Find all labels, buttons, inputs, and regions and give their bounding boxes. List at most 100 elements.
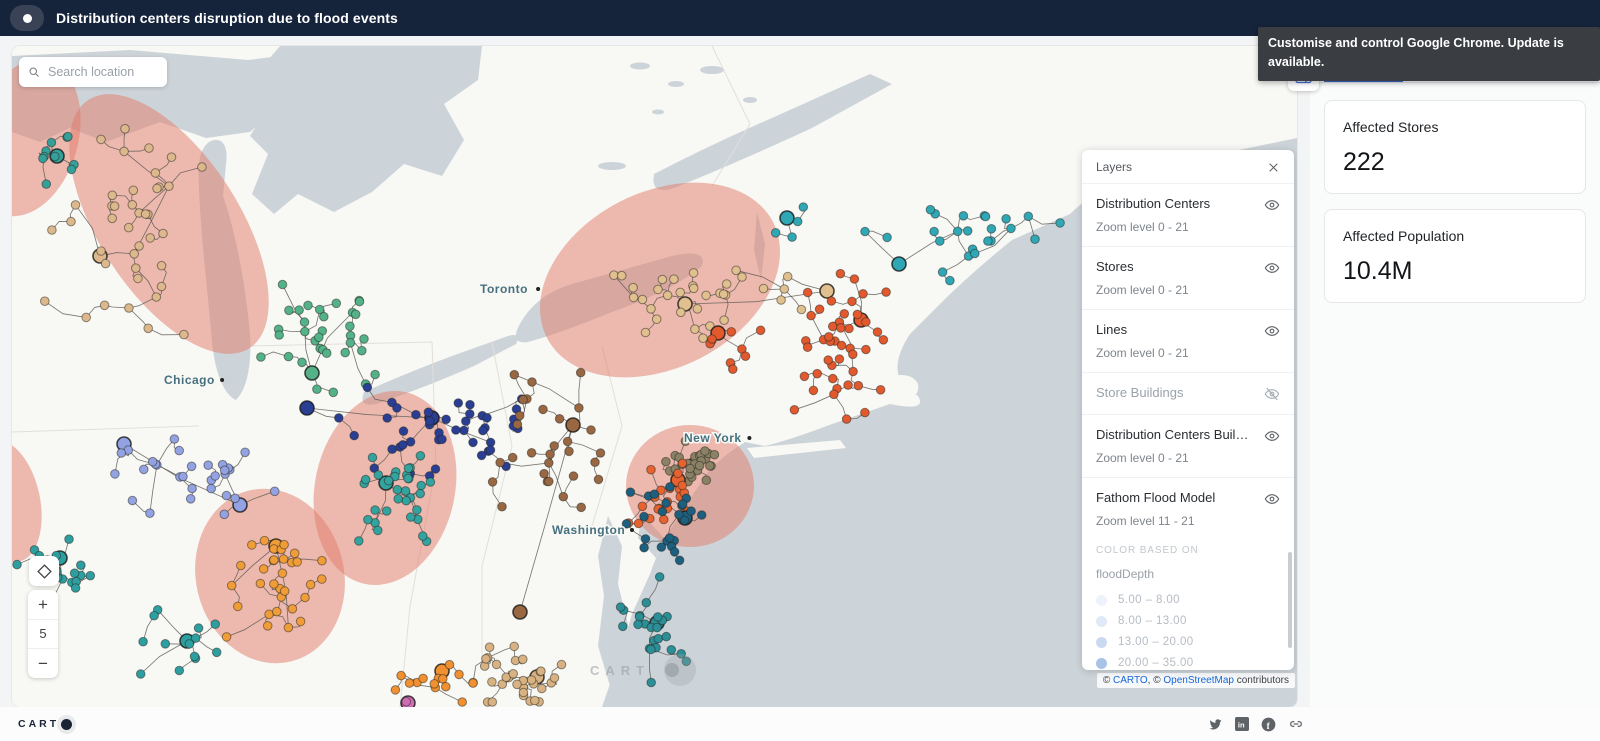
store-point: [270, 487, 279, 496]
store-point: [800, 372, 809, 381]
store-point: [231, 494, 240, 503]
store-point: [124, 223, 133, 232]
layer-visibility-toggle[interactable]: [1264, 197, 1280, 213]
layers-panel-close-button[interactable]: [1267, 161, 1280, 174]
carto-attribution-link[interactable]: CARTO: [1113, 675, 1148, 686]
store-point: [626, 488, 635, 497]
legend-swatch: [1096, 658, 1107, 669]
attribution-text: contributors: [1234, 675, 1289, 686]
search-input[interactable]: [46, 64, 158, 80]
store-point: [647, 645, 656, 654]
store-point: [492, 660, 501, 669]
store-point: [842, 415, 851, 424]
store-point: [1007, 224, 1016, 233]
search-icon: [28, 65, 40, 79]
store-point: [148, 457, 157, 466]
widget-title: Affected Stores: [1343, 119, 1567, 135]
store-point: [655, 573, 664, 582]
facebook-icon: f: [1261, 717, 1276, 732]
legend-label: 13.00 – 20.00: [1118, 636, 1194, 648]
store-point: [710, 450, 719, 459]
store-point: [144, 324, 153, 333]
store-point: [861, 408, 870, 417]
store-point: [540, 469, 549, 478]
facebook-link[interactable]: f: [1261, 717, 1276, 732]
store-point: [190, 652, 199, 661]
store-point: [175, 666, 184, 675]
layer-visibility-toggle[interactable]: [1264, 386, 1280, 402]
legend-row: 20.00 – 35.00: [1096, 657, 1280, 669]
osm-attribution-link[interactable]: OpenStreetMap: [1163, 675, 1234, 686]
store-point: [845, 324, 854, 333]
store-point: [97, 247, 106, 256]
legend-swatch: [1096, 637, 1107, 648]
geolocate-button[interactable]: [29, 556, 59, 586]
store-point: [361, 475, 370, 484]
layer-visibility-toggle[interactable]: [1264, 491, 1280, 507]
store-point: [641, 328, 650, 337]
store-point: [930, 227, 939, 236]
store-point: [981, 212, 990, 221]
store-point: [803, 288, 812, 297]
store-point: [647, 465, 656, 474]
layers-scrollbar[interactable]: [1288, 552, 1292, 648]
store-point: [383, 414, 392, 423]
zoom-out-button[interactable]: −: [28, 649, 58, 678]
linkedin-link[interactable]: in: [1235, 717, 1249, 731]
store-point: [129, 186, 138, 195]
store-point: [13, 560, 22, 569]
legend-label: 5.00 – 8.00: [1118, 594, 1180, 606]
store-point: [498, 502, 507, 511]
store-point: [650, 490, 659, 499]
store-point: [204, 461, 213, 470]
store-point: [577, 503, 586, 512]
store-point: [657, 543, 666, 552]
store-point: [513, 680, 522, 689]
layer-name: Fathom Flood Model: [1096, 490, 1215, 505]
store-point: [485, 643, 494, 652]
store-point: [167, 153, 176, 162]
store-point: [150, 611, 159, 620]
app-avatar-icon[interactable]: [10, 5, 44, 31]
search-location-box[interactable]: [19, 57, 167, 87]
store-point: [702, 291, 711, 300]
store-point: [510, 370, 519, 379]
store-point: [538, 684, 547, 693]
eye-icon: [1264, 323, 1280, 339]
city-marker-dot: [536, 287, 540, 291]
store-point: [180, 330, 189, 339]
store-point: [146, 234, 155, 243]
store-point: [132, 264, 141, 273]
store-point: [528, 378, 537, 387]
store-point: [938, 268, 947, 277]
page-title: Distribution centers disruption due to f…: [56, 10, 398, 26]
city-marker-dot: [747, 436, 751, 440]
store-point: [783, 272, 792, 281]
store-point: [121, 125, 130, 134]
store-point: [509, 670, 518, 679]
link-link[interactable]: [1288, 716, 1304, 732]
store-point: [482, 655, 491, 664]
store-point: [39, 154, 48, 163]
carto-logo[interactable]: CART: [18, 715, 76, 734]
store-point: [399, 441, 408, 450]
store-point: [329, 388, 338, 397]
store-point: [397, 671, 406, 680]
twitter-link[interactable]: [1208, 717, 1223, 732]
zoom-in-button[interactable]: +: [28, 590, 58, 619]
legend-label: 8.00 – 13.00: [1118, 615, 1187, 627]
store-point: [697, 511, 706, 520]
layer-visibility-toggle[interactable]: [1264, 260, 1280, 276]
store-point: [41, 297, 50, 306]
map-canvas[interactable]: TorontoChicagoNew YorkWashington CART + …: [12, 46, 1297, 707]
store-point: [780, 285, 789, 294]
widget-card: Affected Population10.4M: [1324, 209, 1586, 303]
layer-visibility-toggle[interactable]: [1264, 323, 1280, 339]
store-point: [790, 406, 799, 415]
store-point: [151, 169, 160, 178]
store-point: [850, 275, 859, 284]
store-point: [557, 660, 566, 669]
layer-visibility-toggle[interactable]: [1264, 428, 1280, 444]
layer-item: Fathom Flood ModelZoom level 11 - 21COLO…: [1082, 477, 1294, 670]
store-point: [455, 670, 464, 679]
